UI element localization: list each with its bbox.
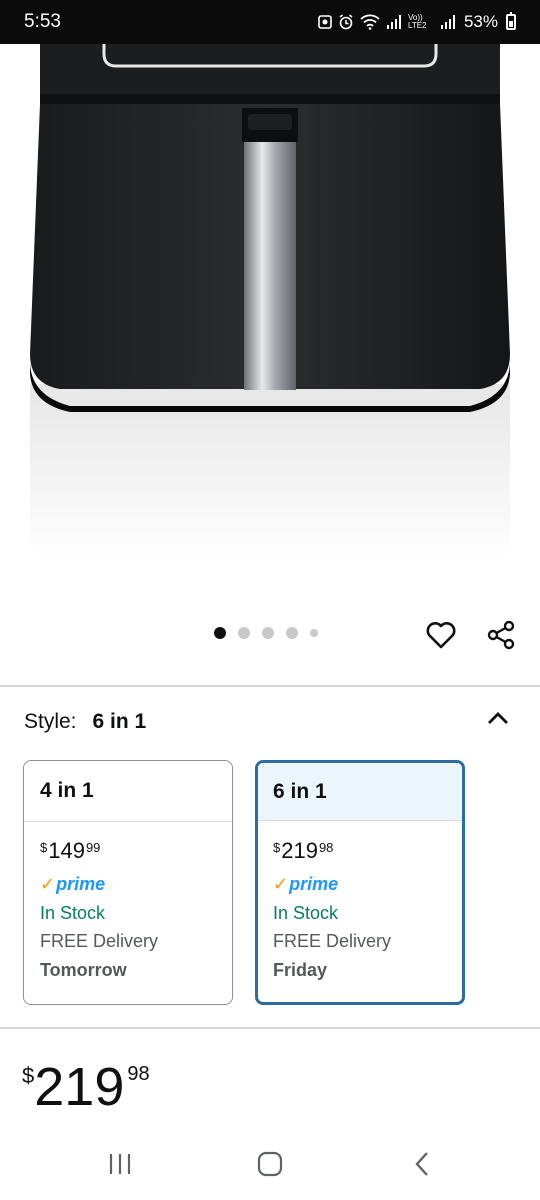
carousel-dots (214, 627, 318, 639)
style-selector-header: Style: 6 in 1 (24, 706, 524, 738)
chevron-up-icon (488, 712, 508, 724)
delivery-day: Tomorrow (40, 960, 127, 980)
carousel-dot[interactable] (262, 627, 274, 639)
carousel-dot[interactable] (310, 629, 318, 637)
section-divider (0, 685, 540, 687)
carousel-dot[interactable] (286, 627, 298, 639)
prime-label: prime (56, 873, 106, 894)
photo-icon (318, 15, 332, 29)
price-symbol: $ (22, 1063, 35, 1088)
option-name: 4 in 1 (24, 761, 232, 822)
delivery-text: FREE Delivery (40, 931, 159, 951)
price-symbol: $ (40, 840, 48, 855)
share-button[interactable] (481, 615, 521, 655)
stock-status: In Stock (273, 903, 339, 923)
wishlist-button[interactable] (421, 615, 461, 655)
wifi-icon (360, 14, 380, 30)
signal-icon (440, 15, 455, 29)
option-name: 6 in 1 (258, 763, 462, 821)
price-cents: 98 (127, 1063, 150, 1085)
price-whole: 149 (48, 838, 85, 863)
price-whole: 219 (281, 838, 318, 863)
status-icons: Vo)) LTE2 53% (318, 12, 516, 32)
delivery-day: Friday (273, 960, 328, 980)
system-nav-bar (0, 1128, 540, 1200)
prime-badge: ✓ prime (273, 870, 462, 898)
home-button[interactable] (246, 1144, 294, 1184)
battery-percent: 53% (463, 12, 498, 31)
product-image[interactable] (0, 44, 540, 604)
style-value: 6 in 1 (92, 710, 147, 733)
prime-check-icon: ✓ (273, 873, 289, 894)
collapse-style-button[interactable] (480, 700, 516, 736)
volte-icon: Vo)) LTE2 (407, 13, 427, 30)
status-time: 5:53 (24, 11, 61, 32)
price-cents: 99 (85, 840, 101, 855)
status-bar: 5:53 Vo)) LTE2 53% (0, 0, 540, 44)
recent-apps-icon (109, 1154, 131, 1174)
carousel-dot[interactable] (238, 627, 250, 639)
price-cents: 98 (318, 840, 334, 855)
back-icon (415, 1152, 428, 1176)
share-icon (487, 620, 515, 650)
recent-apps-button[interactable] (96, 1144, 144, 1184)
section-divider (0, 1027, 540, 1029)
heart-icon (426, 622, 456, 649)
carousel-dot[interactable] (214, 627, 226, 639)
option-price: $ 149 99 (40, 838, 232, 868)
prime-badge: ✓ prime (40, 870, 232, 898)
prime-check-icon: ✓ (40, 873, 56, 894)
current-price: $ 219 98 (22, 1057, 150, 1117)
home-icon (257, 1151, 283, 1177)
style-label: Style: (24, 710, 77, 733)
battery-icon (506, 12, 516, 30)
signal-icon (386, 15, 401, 29)
style-option-6-in-1[interactable]: 6 in 1 $ 219 98 ✓ prime In Stock FREE De… (255, 760, 465, 1005)
back-button[interactable] (398, 1144, 446, 1184)
alarm-icon (339, 14, 353, 30)
carousel-controls (0, 605, 540, 665)
price-whole: 219 (34, 1057, 125, 1117)
delivery-text: FREE Delivery (273, 931, 392, 951)
price-symbol: $ (273, 840, 281, 855)
stock-status: In Stock (40, 903, 106, 923)
option-price: $ 219 98 (273, 838, 462, 868)
prime-label: prime (289, 873, 339, 894)
style-option-4-in-1[interactable]: 4 in 1 $ 149 99 ✓ prime In Stock FREE De… (23, 760, 233, 1005)
